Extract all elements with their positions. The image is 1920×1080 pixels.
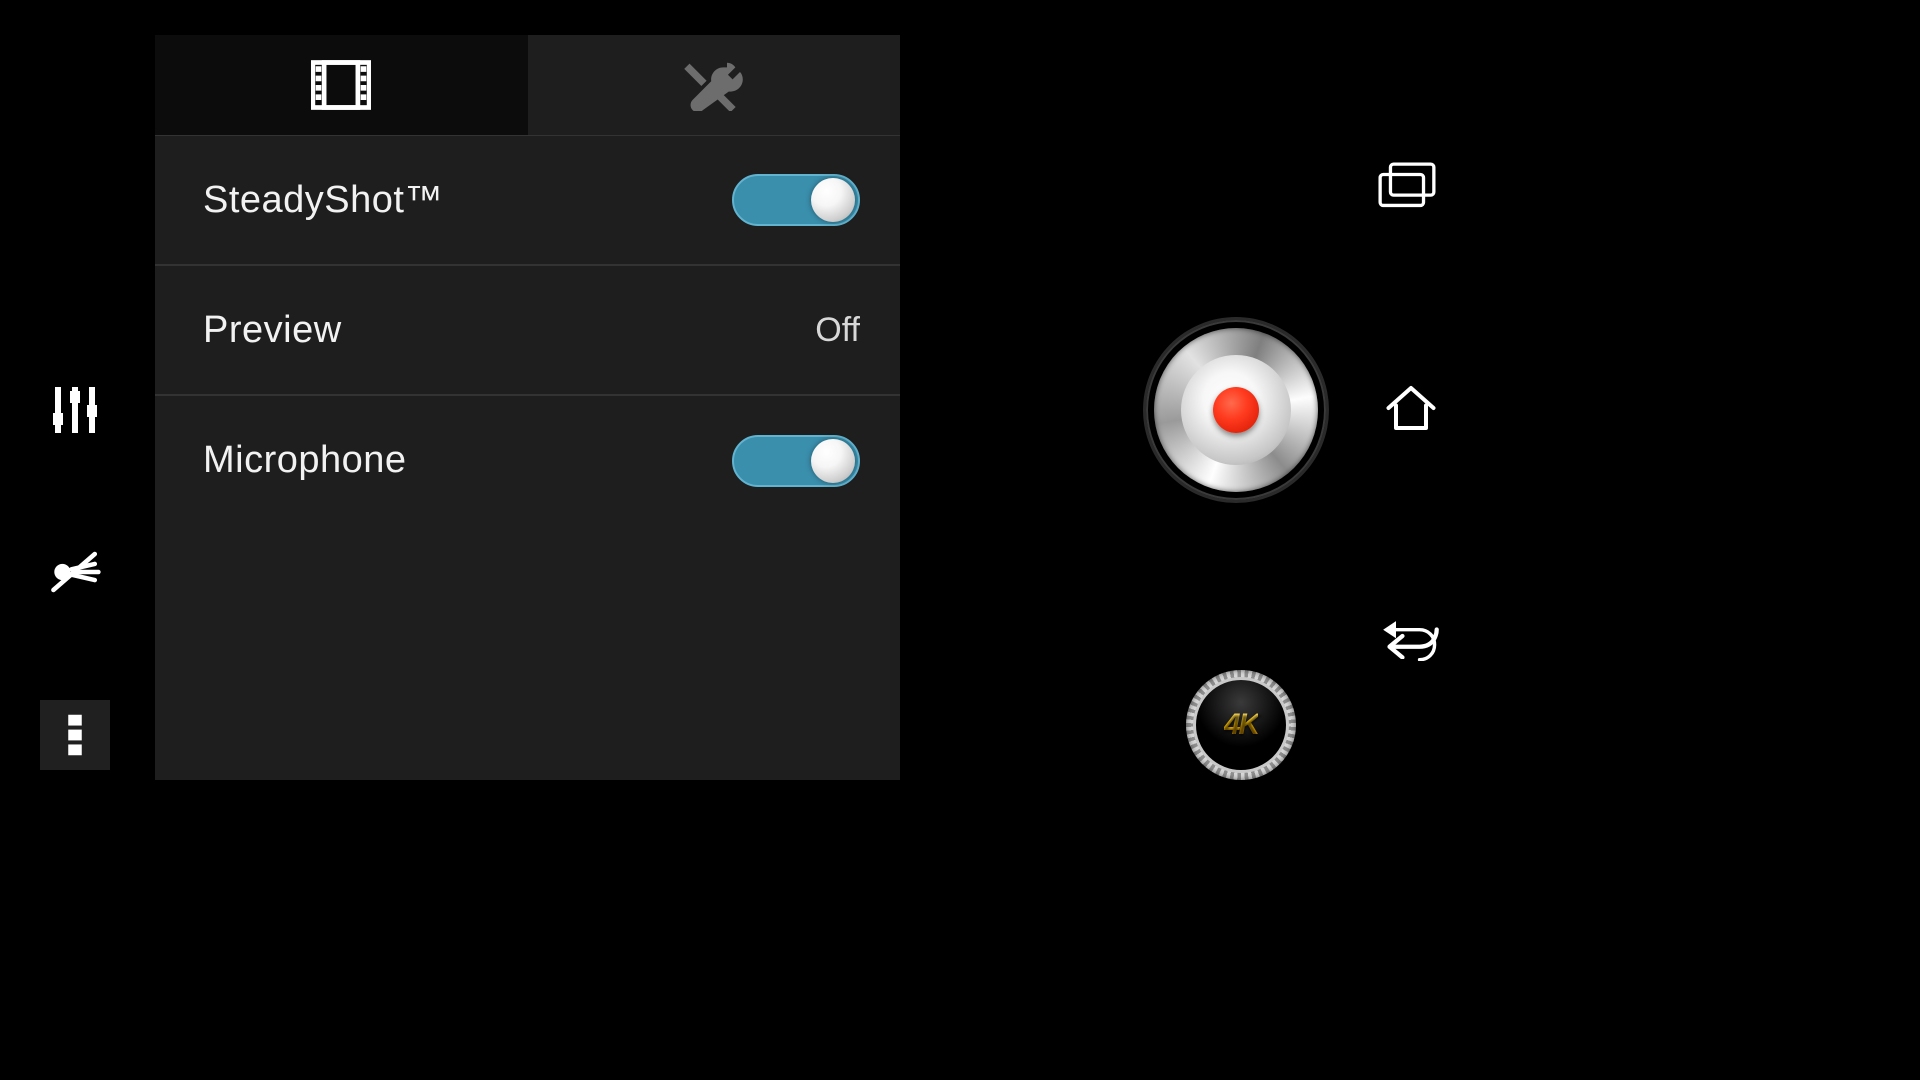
tools-icon bbox=[684, 59, 744, 111]
record-dot-icon bbox=[1213, 387, 1259, 433]
settings-tabs bbox=[155, 35, 900, 135]
row-microphone[interactable]: Microphone bbox=[155, 395, 900, 525]
row-value: Off bbox=[815, 311, 860, 350]
tab-tools[interactable] bbox=[528, 35, 901, 135]
tab-video[interactable] bbox=[155, 35, 528, 135]
adjust-icon bbox=[48, 383, 102, 437]
toggle-knob bbox=[811, 439, 855, 483]
row-steadyshot[interactable]: SteadyShot™ bbox=[155, 135, 900, 265]
adjust-button[interactable] bbox=[35, 370, 115, 450]
toggle-steadyshot[interactable] bbox=[732, 174, 860, 226]
settings-panel: SteadyShot™ Preview Off Microphone bbox=[155, 35, 900, 780]
row-label: SteadyShot™ bbox=[203, 179, 443, 222]
overflow-menu-button[interactable] bbox=[40, 700, 110, 770]
overflow-menu-icon bbox=[48, 708, 102, 762]
back-icon bbox=[1381, 621, 1441, 660]
flash-off-icon bbox=[48, 545, 102, 599]
mode-inner: 4K bbox=[1193, 677, 1289, 773]
record-inner bbox=[1181, 355, 1291, 465]
camera-app: SteadyShot™ Preview Off Microphone bbox=[0, 0, 1456, 816]
mode-button[interactable]: 4K bbox=[1186, 670, 1296, 780]
right-controls: 4K bbox=[1036, 0, 1456, 816]
left-toolbar bbox=[0, 0, 150, 816]
home-button[interactable] bbox=[1381, 378, 1441, 438]
gallery-button[interactable] bbox=[1376, 160, 1438, 210]
back-button[interactable] bbox=[1381, 610, 1441, 670]
film-icon bbox=[311, 59, 371, 111]
row-label: Preview bbox=[203, 309, 342, 352]
row-preview[interactable]: Preview Off bbox=[155, 265, 900, 395]
toggle-microphone[interactable] bbox=[732, 435, 860, 487]
record-ring bbox=[1154, 328, 1318, 492]
gallery-icon bbox=[1376, 160, 1438, 210]
record-button[interactable] bbox=[1146, 320, 1326, 500]
row-label: Microphone bbox=[203, 439, 407, 482]
home-icon bbox=[1381, 378, 1441, 438]
flash-off-button[interactable] bbox=[35, 532, 115, 612]
mode-label: 4K bbox=[1224, 708, 1258, 742]
toggle-knob bbox=[811, 178, 855, 222]
